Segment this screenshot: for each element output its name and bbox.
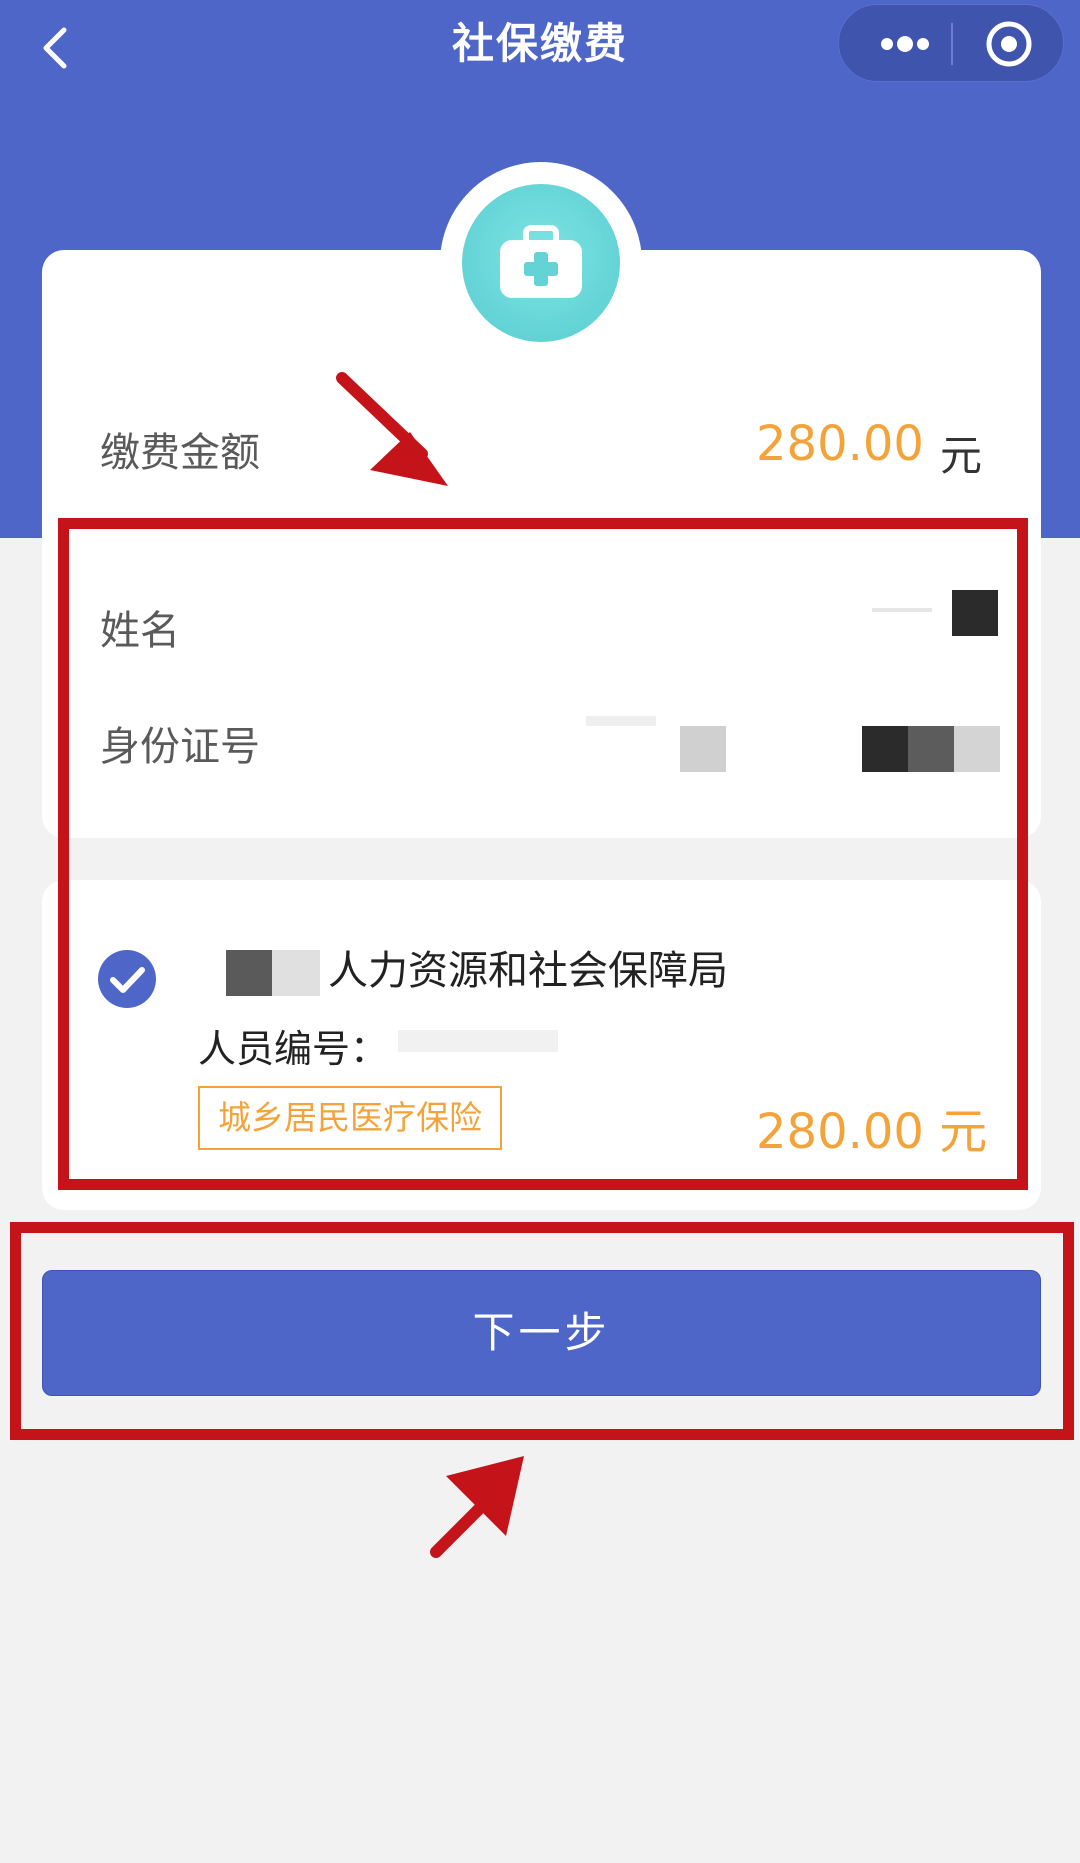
annotation-arrows: [336, 372, 524, 1558]
arrow-up-right-icon: [430, 1456, 524, 1558]
arrow-down-right-icon: [336, 372, 448, 486]
